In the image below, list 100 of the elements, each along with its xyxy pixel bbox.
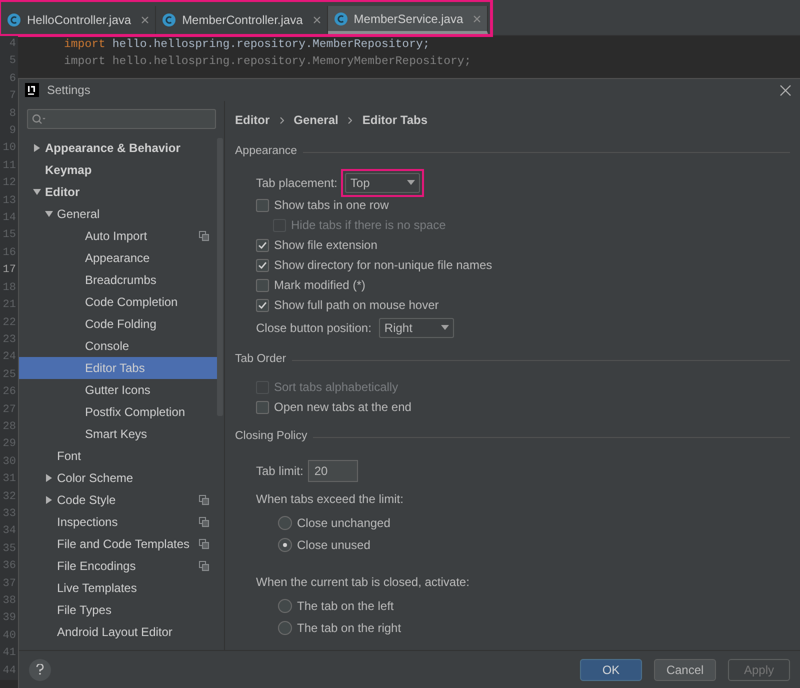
checkbox-label: Show directory for non-unique file names xyxy=(274,257,492,274)
copy-icon xyxy=(199,539,209,549)
sidebar-item[interactable]: Appearance & Behavior xyxy=(19,137,217,159)
item-label: Editor xyxy=(45,184,80,201)
item-label: Code Folding xyxy=(85,316,156,333)
item-label: Auto Import xyxy=(85,228,148,245)
section-title: Closing Policy xyxy=(235,429,308,444)
chevron-icon xyxy=(348,116,352,124)
close-icon[interactable] xyxy=(312,16,321,24)
search-icon xyxy=(32,114,46,124)
copy-icon xyxy=(199,231,209,241)
sidebar-item[interactable]: Code Completion xyxy=(19,291,217,313)
checkbox-label: Show file extension xyxy=(274,237,378,254)
sidebar-item[interactable]: Breadcrumbs xyxy=(19,269,217,291)
sidebar-item[interactable]: Font xyxy=(19,445,217,467)
question-icon xyxy=(36,664,44,675)
breadcrumb-item[interactable]: Editor xyxy=(235,111,270,129)
close-icon[interactable] xyxy=(780,84,791,96)
radio-button[interactable] xyxy=(278,538,292,552)
sidebar-item[interactable]: Appearance xyxy=(19,247,217,269)
section-title: Tab Order xyxy=(235,352,286,368)
item-label: Code Completion xyxy=(85,294,178,311)
scrollbar[interactable] xyxy=(217,138,223,416)
item-label: Live Templates xyxy=(57,580,137,597)
sidebar-item[interactable]: Keymap xyxy=(19,159,217,181)
sidebar-item[interactable]: Live Templates xyxy=(19,577,217,599)
sidebar-item[interactable]: Editor xyxy=(19,181,217,203)
breadcrumb-item[interactable]: Editor Tabs xyxy=(362,111,428,129)
sidebar-item[interactable]: Inspections xyxy=(19,511,217,533)
item-label: Inspections xyxy=(57,514,118,531)
radio-label: Close unused xyxy=(297,537,370,554)
help-button[interactable] xyxy=(29,658,51,680)
item-label: Gutter Icons xyxy=(85,382,150,399)
sidebar-item[interactable]: Android Layout Editor xyxy=(19,621,217,643)
close-icon[interactable] xyxy=(141,16,150,24)
checkbox-label: Open new tabs at the end xyxy=(274,399,412,416)
radio-label: The tab on the left xyxy=(297,598,394,615)
dropdown[interactable]: Top xyxy=(345,172,420,192)
check-icon xyxy=(258,260,267,270)
sidebar-item[interactable]: Console xyxy=(19,335,217,357)
sidebar-item[interactable]: Color Scheme xyxy=(19,467,217,489)
item-label: Editor Tabs xyxy=(85,360,145,377)
checkbox-label: Show full path on mouse hover xyxy=(274,297,439,314)
radio-button[interactable] xyxy=(278,516,292,530)
checkbox[interactable] xyxy=(256,258,269,272)
item-label: Console xyxy=(85,338,130,355)
sidebar-item[interactable]: Postfix Completion xyxy=(19,401,217,423)
checkbox[interactable] xyxy=(256,400,269,414)
sidebar-item[interactable]: Auto Import xyxy=(19,225,217,247)
close-icon[interactable] xyxy=(473,14,482,22)
radio-button[interactable] xyxy=(278,621,292,635)
item-label: Appearance xyxy=(85,250,150,267)
copy-icon xyxy=(199,561,209,571)
checkbox[interactable] xyxy=(256,238,269,252)
expanded-arrow-icon[interactable] xyxy=(45,210,53,218)
radio-button[interactable] xyxy=(278,599,292,613)
item-label: Color Scheme xyxy=(57,470,134,487)
search-field[interactable] xyxy=(27,109,216,129)
code-line: import hello.hellospring.repository.MemoryMemberRepository; xyxy=(64,54,472,70)
sidebar-item[interactable]: Code Style xyxy=(19,489,217,511)
collapsed-arrow-icon[interactable] xyxy=(45,474,53,482)
expanded-arrow-icon[interactable] xyxy=(33,188,41,196)
dropdown-arrow-icon xyxy=(441,325,450,330)
copy-icon xyxy=(199,517,209,527)
breadcrumb-item[interactable]: General xyxy=(294,111,338,129)
sidebar-item[interactable]: File Encodings xyxy=(19,555,217,577)
item-label: Keymap xyxy=(45,162,92,179)
chevron-icon xyxy=(280,116,284,124)
checkbox[interactable] xyxy=(256,278,269,292)
dialog-button[interactable]: Cancel xyxy=(654,658,716,680)
dropdown-arrow-icon xyxy=(407,180,416,185)
section-title: Appearance xyxy=(235,144,298,160)
field-label: Tab placement: xyxy=(256,174,338,192)
sidebar-item[interactable]: File and Code Templates xyxy=(19,533,217,555)
code-line: import hello.hellospring.repository.MemberRepository; xyxy=(64,37,431,53)
line-number: 17 xyxy=(2,263,16,278)
dialog-button[interactable]: OK xyxy=(580,658,642,680)
sidebar-item[interactable]: File Types xyxy=(19,599,217,621)
check-icon xyxy=(258,300,267,310)
radio-label: Close unchanged xyxy=(297,515,390,532)
sidebar-item[interactable]: Code Folding xyxy=(19,313,217,335)
item-label: Appearance & Behavior xyxy=(45,140,180,157)
collapsed-arrow-icon[interactable] xyxy=(33,144,41,152)
sidebar-item[interactable]: General xyxy=(19,203,217,225)
sidebar-item[interactable]: Smart Keys xyxy=(19,423,217,445)
editor-tab[interactable]: MemberController.java xyxy=(156,6,328,34)
number-field[interactable]: 20 xyxy=(308,460,358,482)
group-label: When the current tab is closed, activate: xyxy=(256,574,470,591)
sidebar-item[interactable]: Gutter Icons xyxy=(19,379,217,401)
item-label: Android Layout Editor xyxy=(57,624,172,641)
class-icon xyxy=(7,13,21,27)
editor-tab[interactable]: HelloController.java xyxy=(1,6,156,34)
group-label: When tabs exceed the limit: xyxy=(256,491,404,508)
checkbox-label: Sort tabs alphabetically xyxy=(274,379,398,396)
item-label: Smart Keys xyxy=(85,426,148,443)
collapsed-arrow-icon[interactable] xyxy=(45,496,53,504)
dropdown[interactable]: Right xyxy=(379,318,454,338)
checkbox[interactable] xyxy=(256,198,269,212)
editor-tab[interactable]: MemberService.java xyxy=(328,6,488,34)
checkbox[interactable] xyxy=(256,298,269,312)
